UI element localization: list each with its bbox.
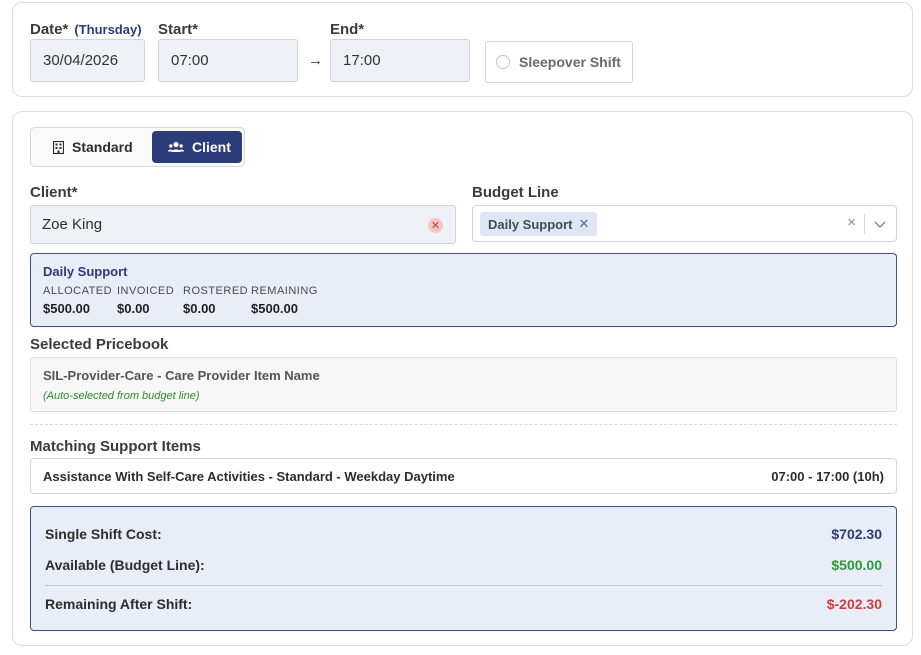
start-time-field[interactable]: 07:00 [158,39,298,82]
budget-summary-title: Daily Support [43,264,128,279]
cost-divider [45,585,882,586]
available-budget-value: $500.00 [831,557,882,573]
remaining-after-shift-value: $-202.30 [826,596,882,612]
users-icon [168,141,184,153]
budget-line-chip: Daily Support ✕ [480,212,598,236]
shift-cost-value: $702.30 [831,526,882,542]
sleepover-label: Sleepover Shift [519,54,621,70]
budget-line-label: Budget Line [472,184,559,201]
remove-chip-icon[interactable]: ✕ [579,216,590,232]
budget-rostered: ROSTERED $0.00 [183,285,248,316]
date-value: 30/04/2026 [43,52,119,69]
rostered-value: $0.00 [183,301,216,316]
sleepover-radio[interactable] [496,55,510,69]
pricebook-panel: SIL-Provider-Care - Care Provider Item N… [30,357,897,412]
mode-toggle: Standard Client [30,127,245,167]
select-separator [864,214,865,234]
standard-mode-label: Standard [72,139,133,155]
client-select[interactable]: Zoe King ✕ [30,205,456,244]
allocated-heading: ALLOCATED [43,285,113,297]
section-divider [30,424,897,425]
invoiced-heading: INVOICED [117,285,175,297]
start-time-value: 07:00 [171,52,209,69]
clear-client-icon[interactable]: ✕ [428,218,443,233]
client-value: Zoe King [42,216,103,233]
pricebook-note: (Auto-selected from budget line) [43,390,200,402]
allocated-value: $500.00 [43,301,90,316]
invoiced-value: $0.00 [117,301,150,316]
remaining-after-shift-label: Remaining After Shift: [45,596,193,612]
client-mode-label: Client [192,139,231,155]
pricebook-label: Selected Pricebook [30,336,169,353]
date-label: Date* (Thursday) [30,21,142,38]
clear-selection-icon[interactable]: × [847,214,856,231]
start-label: Start* [158,21,199,38]
end-label: End* [330,21,365,38]
remaining-heading: REMAINING [251,285,318,297]
budget-remaining: REMAINING $500.00 [251,285,318,316]
shift-details-card: Standard Client Client* Zoe King ✕ Budge… [12,111,913,646]
budget-line-select[interactable]: Daily Support ✕ × [472,205,897,242]
shift-time-card: Date* (Thursday) 30/04/2026 Start* 07:00 … [12,2,913,97]
support-item-time: 07:00 - 17:00 (10h) [771,469,884,484]
arrow-right-icon: → [308,52,323,69]
available-budget-label: Available (Budget Line): [45,557,205,573]
support-item-name: Assistance With Self-Care Activities - S… [43,469,455,484]
support-item-row[interactable]: Assistance With Self-Care Activities - S… [30,458,897,494]
shift-cost-label: Single Shift Cost: [45,526,162,542]
remaining-value: $500.00 [251,301,298,316]
chevron-down-icon[interactable] [874,216,886,234]
sleepover-shift-toggle[interactable]: Sleepover Shift [485,41,633,83]
standard-mode-button[interactable]: Standard [35,131,147,163]
end-time-value: 17:00 [343,52,381,69]
weekday-label: (Thursday) [74,22,142,37]
client-label: Client* [30,184,78,201]
date-label-text: Date* [30,21,69,38]
end-time-field[interactable]: 17:00 [330,39,470,82]
budget-allocated: ALLOCATED $500.00 [43,285,112,316]
budget-line-chip-label: Daily Support [488,216,573,232]
cost-summary-panel: Single Shift Cost: $702.30 Available (Bu… [30,506,897,631]
building-icon [53,140,64,154]
budget-summary-panel: Daily Support ALLOCATED $500.00 INVOICED… [30,253,897,327]
budget-invoiced: INVOICED $0.00 [117,285,174,316]
rostered-heading: ROSTERED [183,285,249,297]
client-mode-button[interactable]: Client [152,131,242,163]
support-items-label: Matching Support Items [30,438,201,455]
date-field[interactable]: 30/04/2026 [30,39,145,82]
pricebook-name: SIL-Provider-Care - Care Provider Item N… [43,368,320,383]
